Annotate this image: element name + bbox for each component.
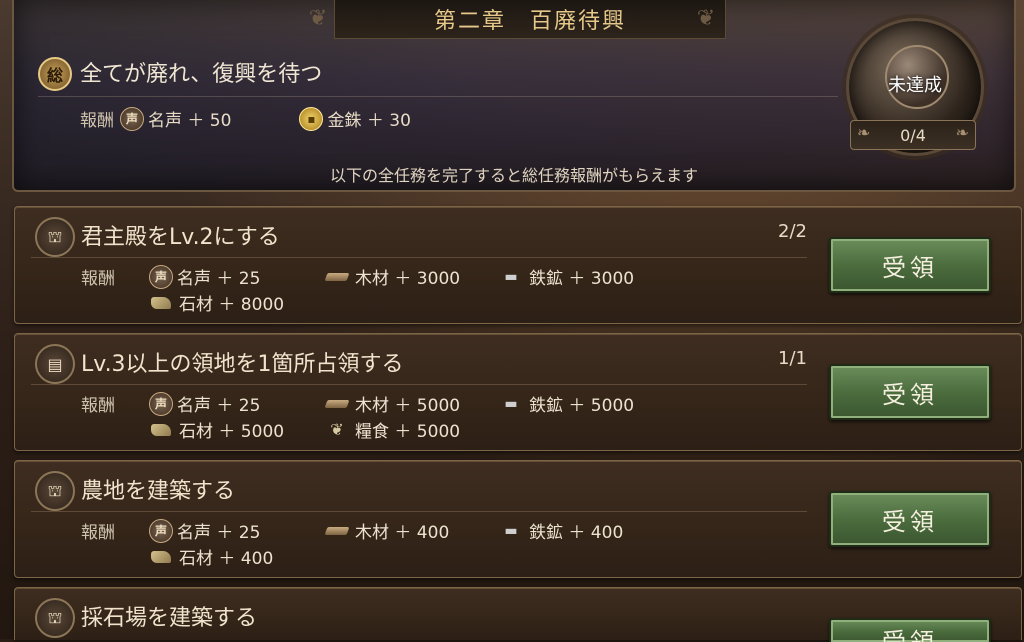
task-title: 採石場を建築する xyxy=(81,606,258,631)
reward-grain: ❦ 糧食 ＋ 5000 xyxy=(325,417,460,442)
reward-text: 木材 ＋ 400 xyxy=(355,523,450,543)
iron-anvil-icon: ▬ xyxy=(504,522,518,539)
reward-iron: ▬ 鉄鉱 ＋ 400 xyxy=(499,518,624,544)
reward-gold: 金銖 ＋ 30 xyxy=(327,111,411,131)
castle-icon: ⛫ xyxy=(35,598,75,638)
reward-text: 石材 ＋ 5000 xyxy=(179,422,285,442)
reward-text: 名声 ＋ 25 xyxy=(177,269,261,289)
book-icon: ▤ xyxy=(35,344,75,384)
reward-text: 名声 ＋ 25 xyxy=(177,396,261,416)
reward-fame: 声 名声 ＋ 25 xyxy=(149,518,260,543)
task-progress: 2/2 xyxy=(778,221,807,242)
reward-text: 名声 ＋ 25 xyxy=(177,523,261,543)
grain-icon: ❦ xyxy=(330,420,344,439)
reward-fame: 声 名声 ＋ 25 xyxy=(149,391,260,416)
reward-text: 糧食 ＋ 5000 xyxy=(355,422,461,442)
task-progress: 1/1 xyxy=(778,348,807,369)
task-title: 農地を建築する xyxy=(81,479,236,504)
chapter-title-bar: 第二章 百廃待興 xyxy=(334,0,726,39)
wood-icon xyxy=(324,268,350,286)
claim-reward-button[interactable]: 受領 xyxy=(829,618,991,642)
overall-task-badge-icon: 総 xyxy=(38,57,72,91)
task-card: ▤ Lv.3以上の領地を1箇所占領する 1/1 報酬 声 名声 ＋ 25 木材 … xyxy=(14,333,1022,451)
claim-reward-button[interactable]: 受領 xyxy=(829,237,991,293)
reward-text: 石材 ＋ 400 xyxy=(179,549,274,569)
reward-fame: 名声 ＋ 50 xyxy=(148,111,232,131)
divider xyxy=(31,384,807,385)
reward-stone: 石材 ＋ 400 xyxy=(149,544,273,569)
voice-icon: 声 xyxy=(149,518,173,543)
claim-reward-button[interactable]: 受領 xyxy=(829,364,991,420)
chapter-title: 第二章 百廃待興 xyxy=(433,9,626,34)
task-card: ⛫ 農地を建築する 報酬 声 名声 ＋ 25 木材 ＋ 400 ▬ 鉄鉱 ＋ 4… xyxy=(14,460,1022,578)
reward-label: 報酬 xyxy=(80,111,114,131)
castle-icon: ⛫ xyxy=(35,471,75,511)
castle-icon: ⛫ xyxy=(35,217,75,257)
divider xyxy=(38,96,838,97)
overall-progress: 0/4 xyxy=(900,125,926,145)
reward-stone: 石材 ＋ 5000 xyxy=(149,417,284,442)
reward-iron: ▬ 鉄鉱 ＋ 5000 xyxy=(499,391,635,417)
task-title: 君主殿をLv.2にする xyxy=(81,225,280,250)
iron-anvil-icon: ▬ xyxy=(504,395,518,412)
swirl-ornament-icon: ❦ xyxy=(308,6,328,31)
claim-reward-button[interactable]: 受領 xyxy=(829,491,991,547)
reward-text: 鉄鉱 ＋ 3000 xyxy=(529,269,635,289)
stone-icon xyxy=(149,548,173,566)
claim-button-label: 受領 xyxy=(882,628,938,642)
voice-icon: 声 xyxy=(149,264,173,289)
overall-progress-plate: ❧ 0/4 ❧ xyxy=(850,120,976,150)
reward-text: 木材 ＋ 3000 xyxy=(355,269,461,289)
iron-anvil-icon: ▬ xyxy=(504,268,518,285)
stone-icon xyxy=(149,421,173,439)
divider xyxy=(31,511,807,512)
overall-task-title: 全てが廃れ、復興を待つ xyxy=(80,62,323,87)
reward-text: 石材 ＋ 8000 xyxy=(179,295,285,315)
reward-label: 報酬 xyxy=(81,523,115,543)
reward-fame: 声 名声 ＋ 25 xyxy=(149,264,260,289)
wood-icon xyxy=(324,522,350,540)
overall-task-note: 以下の全任務を完了すると総任務報酬がもらえます xyxy=(329,166,698,185)
overall-rewards: 報酬 声 名声 ＋ 50 ▪ 金銖 ＋ 30 xyxy=(80,106,411,131)
reward-iron: ▬ 鉄鉱 ＋ 3000 xyxy=(499,264,635,290)
task-title: Lv.3以上の領地を1箇所占領する xyxy=(81,352,404,377)
completion-status-text: 未達成 xyxy=(888,75,942,96)
reward-wood: 木材 ＋ 400 xyxy=(324,518,450,543)
reward-wood: 木材 ＋ 5000 xyxy=(324,391,461,416)
wood-icon xyxy=(324,395,350,413)
gold-coin-icon: ▪ xyxy=(299,106,324,131)
reward-text: 木材 ＋ 5000 xyxy=(355,396,461,416)
voice-icon: 声 xyxy=(149,391,173,416)
reward-text: 鉄鉱 ＋ 5000 xyxy=(529,396,635,416)
swirl-ornament-icon: ❦ xyxy=(696,6,716,31)
reward-stone: 石材 ＋ 8000 xyxy=(149,290,284,315)
stone-icon xyxy=(149,294,173,312)
reward-label: 報酬 xyxy=(81,269,115,289)
voice-icon: 声 xyxy=(120,106,144,131)
task-card: ⛫ 採石場を建築する 受領 xyxy=(14,587,1022,642)
plate-ornament-icon: ❧ xyxy=(857,123,871,142)
reward-text: 鉄鉱 ＋ 400 xyxy=(529,523,624,543)
plate-ornament-icon: ❧ xyxy=(955,123,969,142)
reward-label: 報酬 xyxy=(81,396,115,416)
chapter-header-panel: 第二章 百廃待興 ❦ ❦ 総 全てが廃れ、復興を待つ 報酬 声 名声 ＋ 50 … xyxy=(12,0,1016,192)
divider xyxy=(31,257,807,258)
task-card: ⛫ 君主殿をLv.2にする 2/2 報酬 声 名声 ＋ 25 木材 ＋ 3000… xyxy=(14,206,1022,324)
reward-wood: 木材 ＋ 3000 xyxy=(324,264,461,289)
